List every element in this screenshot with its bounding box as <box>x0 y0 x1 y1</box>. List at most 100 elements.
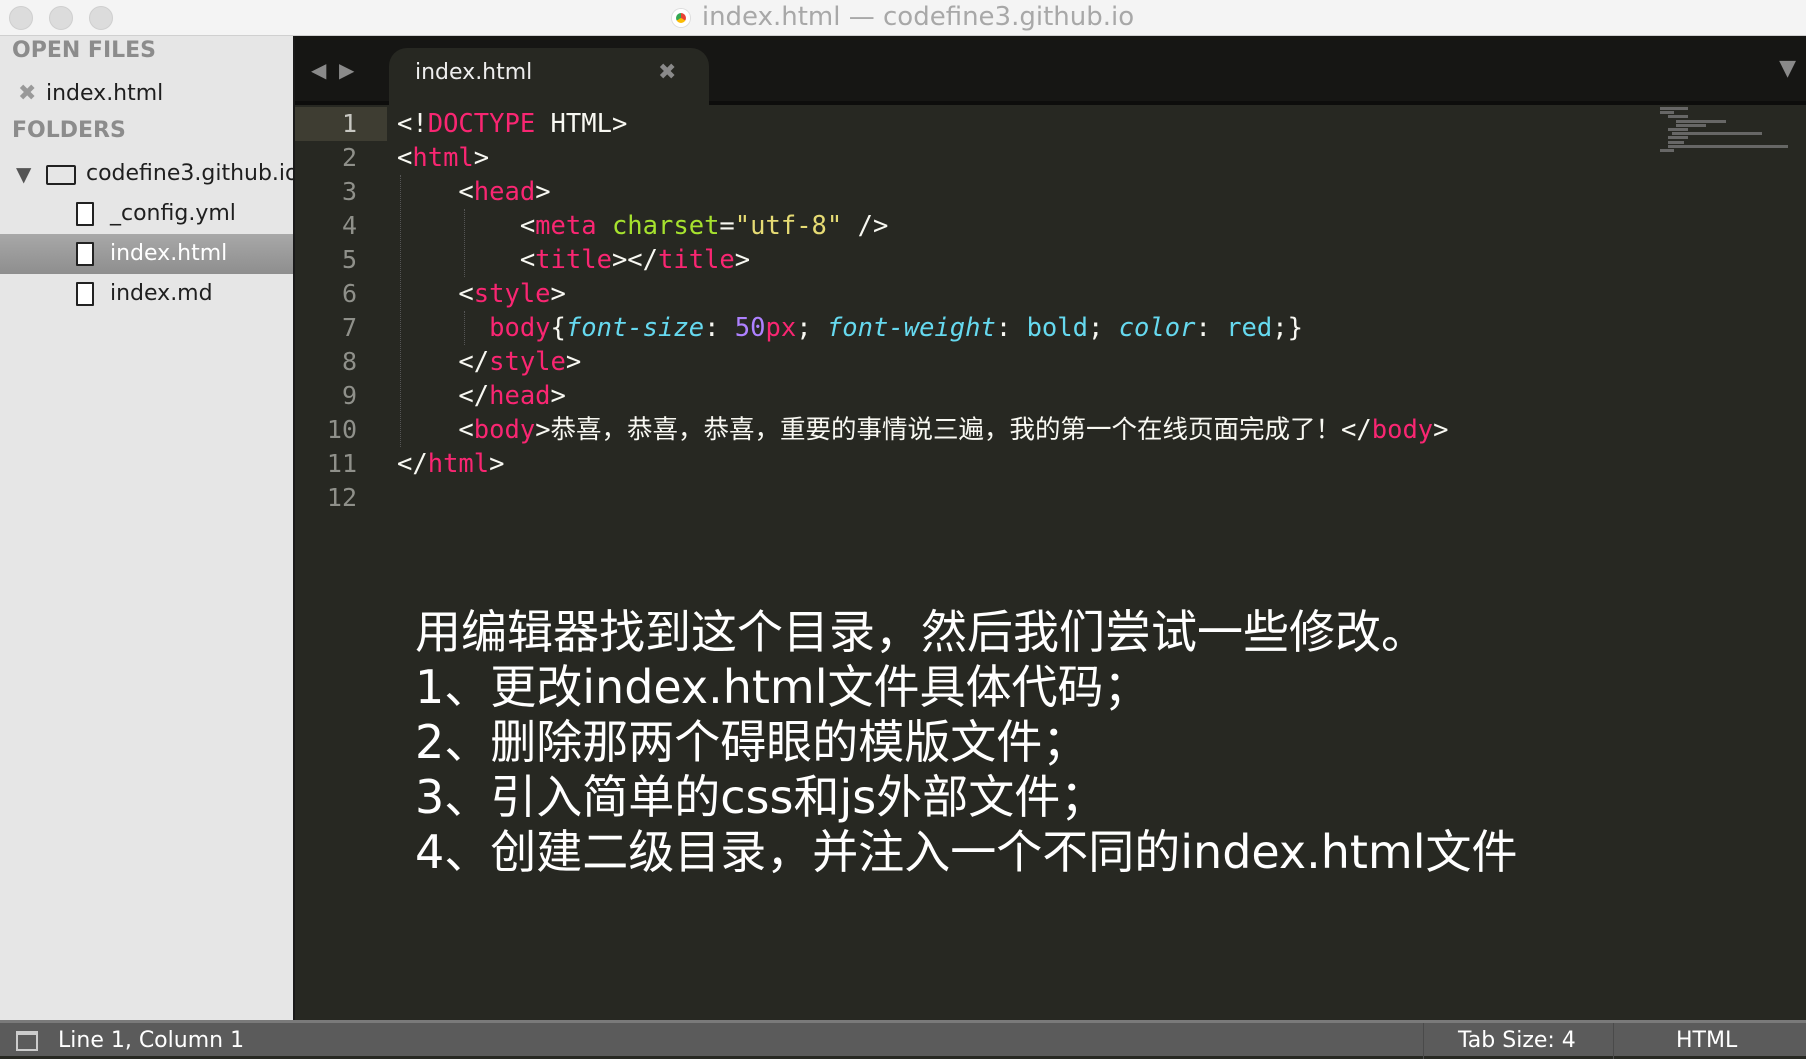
code-line: <head> <box>397 175 1449 209</box>
folder-name: codefine3.github.io <box>86 161 295 186</box>
code-token: style <box>489 347 566 377</box>
nav-back-icon[interactable]: ◀ <box>311 58 326 82</box>
code-token: >恭喜，恭喜，恭喜，重要的事情说三遍，我的第一个在线页面完成了！</ <box>535 415 1372 445</box>
code-token: > <box>473 143 490 173</box>
open-file-item[interactable]: ✖ index.html <box>0 74 293 114</box>
code-token: red <box>1226 313 1273 343</box>
file-item[interactable]: index.md <box>0 274 293 314</box>
file-name: index.html <box>110 241 228 266</box>
code-token: < <box>397 245 536 275</box>
file-icon <box>76 242 94 266</box>
code-token: = <box>719 211 735 241</box>
tab-close-icon[interactable]: ✖ <box>658 60 676 85</box>
code-token: ; <box>1087 313 1119 343</box>
file-item[interactable]: _config.yml <box>0 194 293 234</box>
tab-bar: ◀ ▶ index.html ✖ ▼ <box>295 36 1806 105</box>
code-token: bold <box>1026 313 1088 343</box>
code-token: title <box>535 245 612 275</box>
code-token: px <box>765 313 797 343</box>
title-bar: index.html — codefine3.github.io <box>0 0 1806 36</box>
code-token: > <box>734 245 751 275</box>
folder-open-icon <box>46 165 76 185</box>
tab-menu-chevron-down-icon[interactable]: ▼ <box>1779 56 1796 81</box>
line-number: 3 <box>341 177 357 206</box>
tab-size-selector[interactable]: Tab Size: 4 <box>1458 1028 1576 1053</box>
file-icon <box>76 202 94 226</box>
code-token: < <box>397 279 474 309</box>
code-token: < <box>397 415 474 445</box>
folder-item[interactable]: ▼ codefine3.github.io <box>0 154 293 194</box>
code-token: body <box>1371 415 1434 445</box>
code-token: : <box>704 313 735 343</box>
code-line: body{font-size: 50px; font-weight: bold;… <box>397 311 1449 345</box>
code-token: > <box>535 177 551 207</box>
line-number-gutter: 1 2 3 4 5 6 7 8 9 10 11 12 <box>295 107 387 515</box>
code-line: <title></title> <box>397 243 1449 277</box>
code-token: style <box>473 279 551 309</box>
code-token: > <box>550 381 566 411</box>
close-file-icon[interactable]: ✖ <box>18 74 36 114</box>
line-number: 6 <box>341 279 357 308</box>
code-token: > <box>565 347 582 377</box>
status-bar: Line 1, Column 1 Tab Size: 4 HTML <box>0 1020 1806 1059</box>
code-token: html <box>427 449 490 479</box>
annotation-line: 4、创建二级目录，并注入一个不同的index.html文件 <box>415 825 1518 879</box>
code-token: 50 <box>734 313 766 343</box>
line-number: 10 <box>326 415 357 444</box>
code-token: html <box>412 143 474 173</box>
code-token: < <box>397 143 413 173</box>
code-line: <body>恭喜，恭喜，恭喜，重要的事情说三遍，我的第一个在线页面完成了！</b… <box>397 413 1449 447</box>
code-token: /> <box>842 211 889 241</box>
window-title-text: index.html — codefine3.github.io <box>701 2 1135 32</box>
open-file-name: index.html <box>46 81 164 106</box>
code-line: </html> <box>397 447 1449 481</box>
code-token: HTML> <box>535 109 628 139</box>
code-token: DOCTYPE <box>427 109 536 139</box>
code-token: ></ <box>611 245 658 275</box>
code-token: body <box>489 313 551 343</box>
code-token: : <box>995 313 1027 343</box>
cursor-position: Line 1, Column 1 <box>58 1028 245 1053</box>
panel-toggle-icon[interactable] <box>16 1031 38 1051</box>
annotation-line: 用编辑器找到这个目录，然后我们尝试一些修改。 <box>415 605 1427 659</box>
nav-forward-icon[interactable]: ▶ <box>339 58 354 82</box>
annotation-line: 2、删除那两个碍眼的模版文件； <box>415 715 1089 769</box>
folders-heading: FOLDERS <box>12 118 126 143</box>
code-token: </ <box>397 381 490 411</box>
code-token: > <box>1433 415 1449 445</box>
tab-label[interactable]: index.html <box>415 60 532 85</box>
code-line: <meta charset="utf-8" /> <box>397 209 1449 243</box>
code-token: head <box>473 177 536 207</box>
file-item-selected[interactable]: index.html <box>0 234 293 274</box>
minimap[interactable] <box>1660 107 1790 157</box>
line-number: 5 <box>341 245 357 274</box>
code-token: "utf-8" <box>734 211 843 241</box>
window-title: index.html — codefine3.github.io <box>0 2 1806 32</box>
code-token: font-size <box>565 313 705 343</box>
code-line: <html> <box>397 141 1449 175</box>
disclosure-triangle-icon[interactable]: ▼ <box>16 154 31 194</box>
annotation-text: 用编辑器找到这个目录，然后我们尝试一些修改。 1、更改index.html文件具… <box>415 605 1518 880</box>
line-number: 8 <box>341 347 357 376</box>
line-number: 2 <box>341 143 357 172</box>
code-line: </head> <box>397 379 1449 413</box>
sidebar: OPEN FILES ✖ index.html FOLDERS ▼ codefi… <box>0 36 295 1022</box>
chrome-icon <box>671 8 690 27</box>
code-editor[interactable]: <!DOCTYPE HTML> <html> <head> <meta chars… <box>397 107 1449 515</box>
syntax-selector[interactable]: HTML <box>1676 1028 1737 1053</box>
annotation-line: 1、更改index.html文件具体代码； <box>415 660 1150 714</box>
code-token: meta <box>535 211 597 241</box>
line-number: 1 <box>295 107 387 141</box>
code-token: title <box>658 245 735 275</box>
code-line: <!DOCTYPE HTML> <box>397 107 1449 141</box>
code-token: font-weight <box>826 313 996 343</box>
file-icon <box>76 282 94 306</box>
code-token: > <box>489 449 505 479</box>
code-line: </style> <box>397 345 1449 379</box>
code-token: body <box>473 415 536 445</box>
line-number: 9 <box>341 381 357 410</box>
code-token: < <box>397 211 536 241</box>
